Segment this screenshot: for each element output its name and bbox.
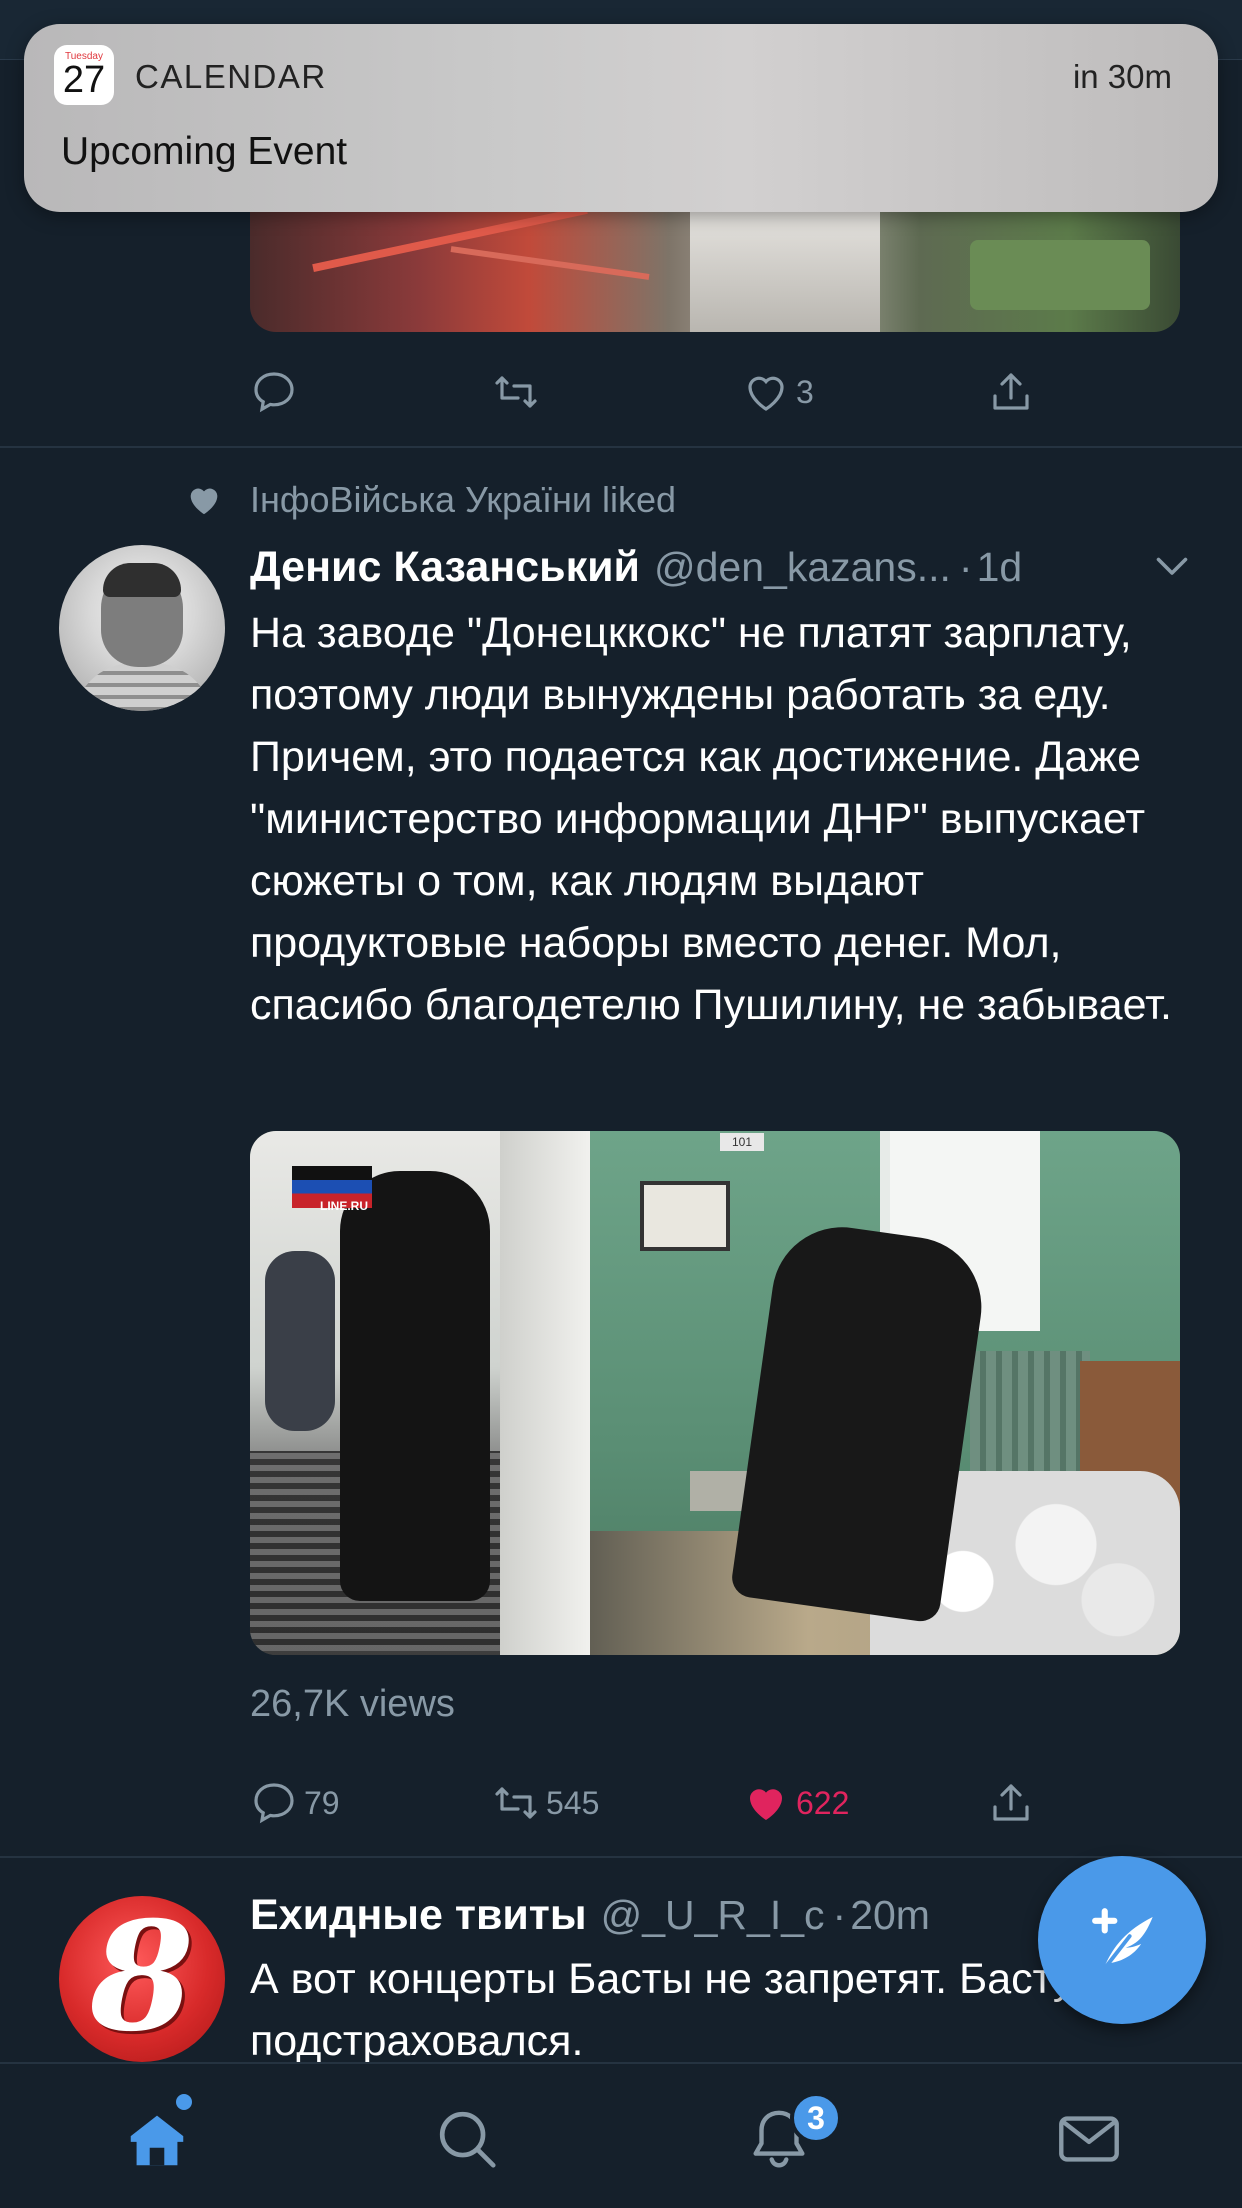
tweet-divider: [0, 1856, 1242, 1858]
calendar-app-icon: Tuesday 27: [54, 45, 114, 105]
retweet-icon: [495, 1787, 537, 1819]
header-separator: ·: [958, 543, 973, 590]
like-button[interactable]: 3: [742, 364, 814, 420]
media-door-sign: 101: [720, 1133, 764, 1151]
heart-icon: [748, 376, 784, 411]
liked-by-text: ІнфоВійська України liked: [250, 479, 677, 520]
tweet-time: 20m: [850, 1891, 930, 1938]
compose-icon: [1092, 1908, 1153, 1973]
author-handle[interactable]: @_U_R_I_c: [601, 1892, 825, 1939]
tweet-media-image[interactable]: [250, 200, 1180, 332]
retweet-count: 545: [546, 1784, 600, 1821]
compose-tweet-button[interactable]: [1038, 1856, 1206, 2024]
tweet-text-line: А вот концерты Басты не запретят. Басту: [250, 1955, 1075, 2003]
avatar[interactable]: 8: [59, 1896, 225, 2062]
author-name[interactable]: Ехидные твиты: [250, 1891, 587, 1940]
retweet-button[interactable]: [492, 364, 546, 420]
calendar-notification[interactable]: Tuesday 27 CALENDAR in 30m Upcoming Even…: [24, 24, 1218, 212]
tab-bar: 3: [0, 2062, 1242, 2208]
reply-button[interactable]: [250, 364, 304, 420]
reply-icon: [254, 372, 294, 413]
author-handle[interactable]: @den_kazans...: [654, 544, 951, 591]
avatar-logo-text: 8: [89, 1896, 195, 2062]
avatar[interactable]: [59, 545, 225, 711]
tweet-text: А вот концерты Басты не запретят. Басту …: [250, 1948, 1170, 2064]
share-icon: [993, 1784, 1029, 1821]
social-context[interactable]: ІнфоВійська України liked: [184, 478, 676, 522]
tweet-video[interactable]: 101 LINE.RU: [250, 1131, 1180, 1655]
media-watermark: LINE.RU: [320, 1199, 368, 1213]
like-count: 3: [796, 373, 814, 410]
tab-home[interactable]: [122, 2104, 192, 2174]
tweet-time: 1d: [976, 543, 1023, 590]
notification-time: in 30m: [1072, 58, 1172, 95]
notifications-badge: 3: [790, 2092, 842, 2144]
like-count: 622: [796, 1784, 850, 1821]
tweet-text-line: подстраховался.: [250, 2017, 584, 2064]
like-button[interactable]: 622: [742, 1775, 849, 1831]
tweet-text: На заводе "Донецккокс" не платят зарплат…: [250, 609, 1172, 1029]
heart-icon: [190, 488, 218, 515]
header-separator: ·: [832, 1891, 847, 1938]
heart-icon: [750, 1789, 782, 1820]
tweet-actions: 79 545 622: [250, 1775, 1050, 1831]
tweet-header: Денис Казанський @den_kazans... · 1d: [250, 540, 1190, 594]
mail-icon: [1059, 2116, 1119, 2162]
tab-messages[interactable]: [1054, 2104, 1124, 2174]
tab-search[interactable]: [432, 2104, 502, 2174]
home-icon: [130, 2115, 184, 2166]
chevron-down-icon[interactable]: [1154, 554, 1190, 580]
reply-button[interactable]: 79: [250, 1775, 340, 1831]
notification-app-name: CALENDAR: [135, 58, 327, 95]
tweet-actions: 3: [250, 364, 1050, 420]
reply-icon: [254, 1783, 294, 1824]
retweet-button[interactable]: 545: [492, 1775, 599, 1831]
home-unread-dot: [176, 2094, 192, 2110]
calendar-icon-day: 27: [62, 59, 106, 101]
view-count: 26,7K views: [250, 1683, 455, 1725]
share-button[interactable]: [987, 1775, 1035, 1831]
notification-title: Upcoming Event: [61, 130, 348, 173]
tweet-divider: [0, 446, 1242, 448]
reply-count: 79: [304, 1784, 340, 1821]
tweet-header: Ехидные твиты @_U_R_I_c · 20m: [250, 1888, 1050, 1942]
share-icon: [993, 373, 1029, 410]
retweet-icon: [495, 376, 537, 408]
search-icon: [439, 2111, 496, 2168]
share-button[interactable]: [987, 364, 1035, 420]
author-name[interactable]: Денис Казанський: [250, 543, 640, 592]
